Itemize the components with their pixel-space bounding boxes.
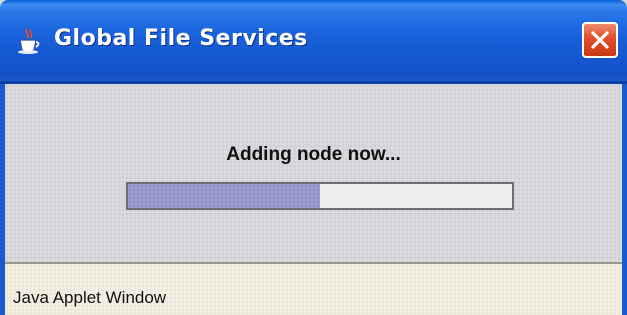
- java-cup-icon: [14, 26, 44, 56]
- progress-bar: [126, 182, 514, 210]
- title-bar[interactable]: Global File Services: [0, 0, 627, 84]
- window-frame-right: [622, 84, 627, 315]
- window-title: Global File Services: [54, 26, 308, 51]
- applet-warning-banner: Java Applet Window: [5, 262, 622, 315]
- status-message: Adding node now...: [226, 144, 401, 165]
- close-button[interactable]: [582, 22, 618, 58]
- close-icon: [591, 31, 609, 49]
- applet-banner-label: Java Applet Window: [13, 288, 167, 307]
- applet-window: Global File Services Adding node now... …: [0, 0, 627, 315]
- progress-fill: [128, 184, 320, 208]
- content-panel: Adding node now...: [5, 84, 622, 262]
